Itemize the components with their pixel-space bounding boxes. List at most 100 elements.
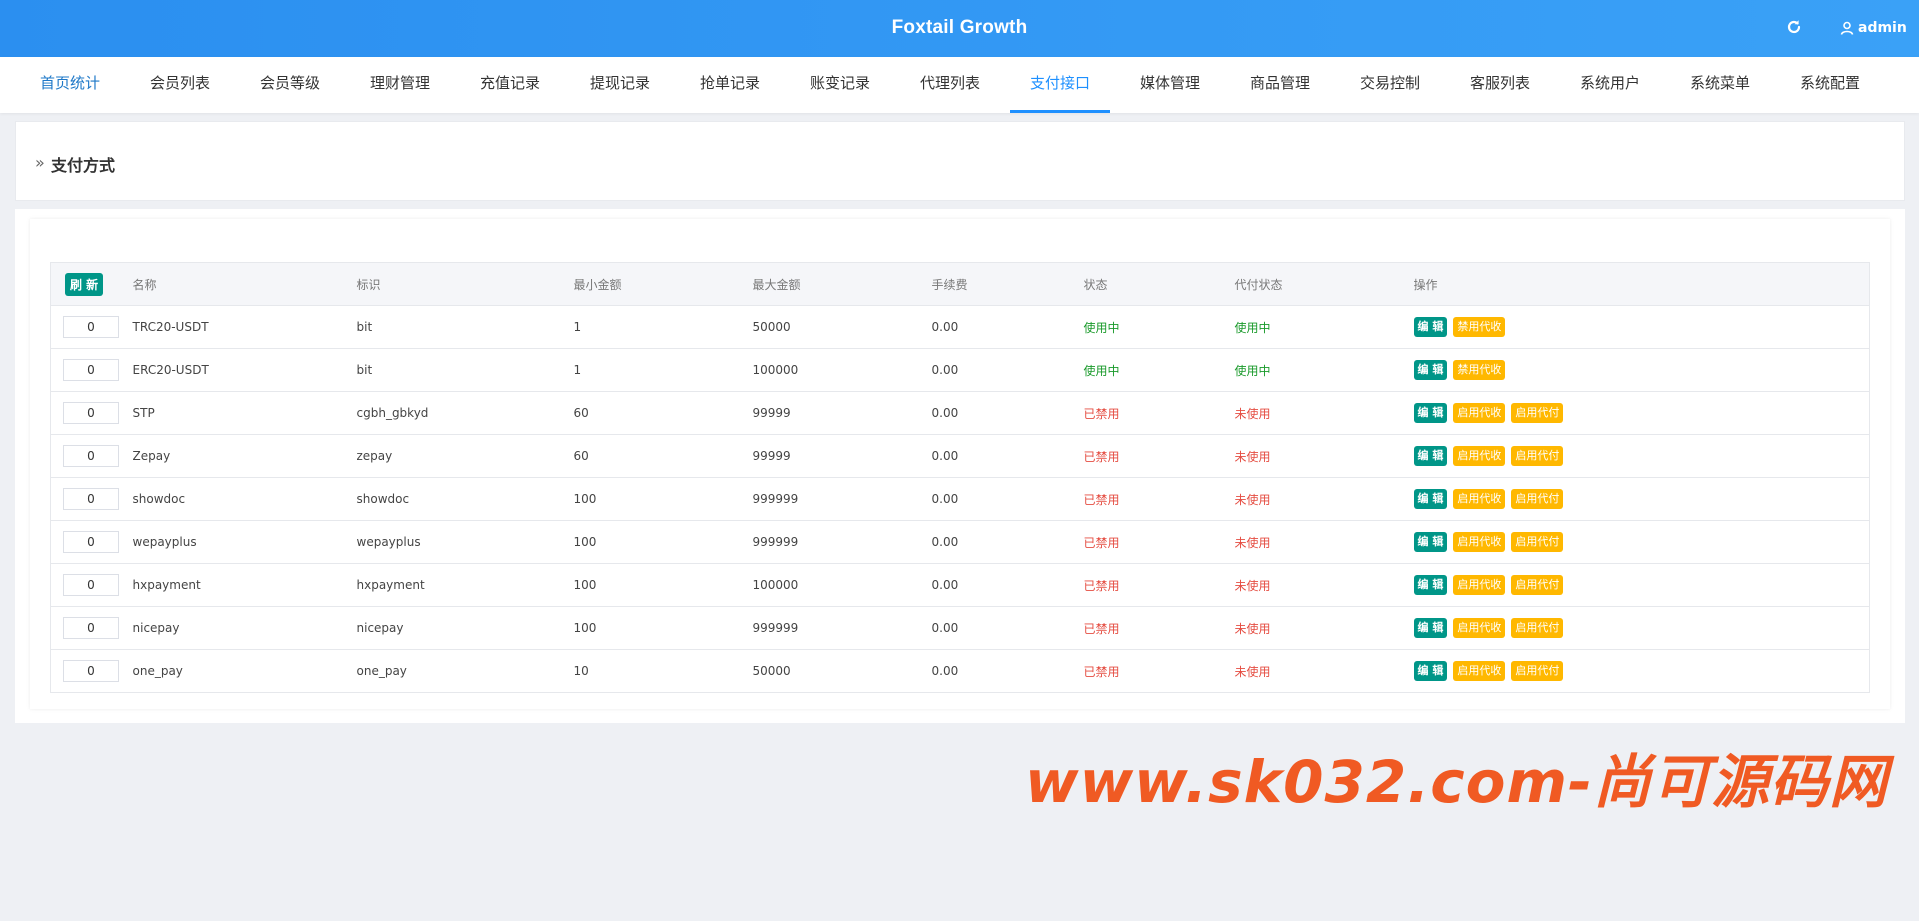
payout-toggle-button[interactable]: 启用代付 — [1511, 403, 1564, 423]
table-row: STPcgbh_gbkyd60999990.00已禁用未使用编 辑启用代收启用代… — [50, 391, 1870, 435]
cell-status: 已禁用 — [1083, 391, 1235, 435]
table-header-row: 刷 新 名称 标识 最小金额 最大金额 手续费 状态 代付状态 操作 — [50, 262, 1870, 306]
edit-button[interactable]: 编 辑 — [1413, 403, 1448, 423]
tab-system-menu[interactable]: 系统菜单 — [1670, 57, 1770, 113]
cell-actions: 编 辑启用代收 启用代付 — [1413, 520, 1870, 564]
sort-cell — [50, 649, 133, 693]
collect-toggle-button[interactable]: 启用代收 — [1453, 489, 1506, 509]
col-max: 最大金额 — [752, 262, 932, 306]
collect-toggle-button[interactable]: 启用代收 — [1453, 446, 1506, 466]
cell-name: wepayplus — [132, 520, 357, 564]
collect-toggle-button[interactable]: 启用代收 — [1453, 532, 1506, 552]
cell-fee: 0.00 — [931, 348, 1084, 392]
cell-max: 99999 — [752, 434, 932, 478]
cell-max: 99999 — [752, 391, 932, 435]
tab-member-levels[interactable]: 会员等级 — [240, 57, 340, 113]
tab-dashboard[interactable]: 首页统计 — [20, 57, 120, 113]
payout-toggle-button[interactable]: 启用代付 — [1511, 575, 1564, 595]
cell-max: 999999 — [752, 520, 932, 564]
top-header: Foxtail Growth admin — [0, 0, 1919, 57]
tab-recharge[interactable]: 充值记录 — [460, 57, 560, 113]
tab-agents[interactable]: 代理列表 — [900, 57, 1000, 113]
cell-min: 100 — [573, 477, 753, 521]
edit-button[interactable]: 编 辑 — [1413, 360, 1448, 380]
payment-table: 刷 新 名称 标识 最小金额 最大金额 手续费 状态 代付状态 操作 TRC20… — [50, 262, 1870, 693]
user-icon — [1840, 21, 1854, 35]
collect-toggle-button[interactable]: 启用代收 — [1453, 661, 1506, 681]
cell-min: 100 — [573, 563, 753, 607]
sort-input[interactable] — [63, 359, 119, 381]
cell-code: one_pay — [356, 649, 574, 693]
sort-cell — [50, 477, 133, 521]
tab-media[interactable]: 媒体管理 — [1120, 57, 1220, 113]
tab-withdraw[interactable]: 提现记录 — [570, 57, 670, 113]
edit-button[interactable]: 编 辑 — [1413, 575, 1448, 595]
cell-payout-status: 未使用 — [1234, 477, 1414, 521]
payout-toggle-button[interactable]: 启用代付 — [1511, 661, 1564, 681]
sort-input[interactable] — [63, 617, 119, 639]
cell-min: 100 — [573, 520, 753, 564]
tab-system-config[interactable]: 系统配置 — [1780, 57, 1880, 113]
cell-name: showdoc — [132, 477, 357, 521]
edit-button[interactable]: 编 辑 — [1413, 317, 1448, 337]
refresh-icon[interactable] — [1784, 17, 1804, 37]
collect-toggle-button[interactable]: 启用代收 — [1453, 575, 1506, 595]
username: admin — [1858, 20, 1907, 36]
table-row: TRC20-USDTbit1500000.00使用中使用中编 辑禁用代收 — [50, 305, 1870, 349]
cell-payout-status: 未使用 — [1234, 649, 1414, 693]
cell-actions: 编 辑启用代收 启用代付 — [1413, 477, 1870, 521]
tab-system-users[interactable]: 系统用户 — [1560, 57, 1660, 113]
payout-toggle-button[interactable]: 启用代付 — [1511, 618, 1564, 638]
cell-name: TRC20-USDT — [132, 305, 357, 349]
sort-input[interactable] — [63, 488, 119, 510]
sort-input[interactable] — [63, 660, 119, 682]
cell-actions: 编 辑禁用代收 — [1413, 348, 1870, 392]
cell-fee: 0.00 — [931, 305, 1084, 349]
collect-toggle-button[interactable]: 启用代收 — [1453, 618, 1506, 638]
cell-name: hxpayment — [132, 563, 357, 607]
watermark: www.sk032.com-尚可源码网 — [1025, 748, 1889, 816]
edit-button[interactable]: 编 辑 — [1413, 532, 1448, 552]
tab-orders[interactable]: 抢单记录 — [680, 57, 780, 113]
payout-toggle-button[interactable]: 启用代付 — [1511, 446, 1564, 466]
cell-status: 使用中 — [1083, 348, 1235, 392]
tab-finance[interactable]: 理财管理 — [350, 57, 450, 113]
edit-button[interactable]: 编 辑 — [1413, 489, 1448, 509]
tab-payment-api[interactable]: 支付接口 — [1010, 57, 1110, 113]
refresh-button[interactable]: 刷 新 — [65, 272, 104, 296]
double-chevron-right-icon: » — [35, 153, 45, 172]
user-menu[interactable]: admin — [1840, 18, 1907, 38]
cell-code: hxpayment — [356, 563, 574, 607]
payout-toggle-button[interactable]: 启用代付 — [1511, 489, 1564, 509]
table-row: nicepaynicepay1009999990.00已禁用未使用编 辑启用代收… — [50, 606, 1870, 650]
content-panel: 刷 新 名称 标识 最小金额 最大金额 手续费 状态 代付状态 操作 TRC20… — [15, 209, 1905, 723]
edit-button[interactable]: 编 辑 — [1413, 446, 1448, 466]
cell-status: 使用中 — [1083, 305, 1235, 349]
tab-trade-control[interactable]: 交易控制 — [1340, 57, 1440, 113]
cell-min: 1 — [573, 305, 753, 349]
cell-max: 100000 — [752, 348, 932, 392]
collect-toggle-button[interactable]: 启用代收 — [1453, 403, 1506, 423]
sort-input[interactable] — [63, 316, 119, 338]
tab-account-changes[interactable]: 账变记录 — [790, 57, 890, 113]
edit-button[interactable]: 编 辑 — [1413, 618, 1448, 638]
payout-toggle-button[interactable]: 启用代付 — [1511, 532, 1564, 552]
sort-input[interactable] — [63, 574, 119, 596]
sort-input[interactable] — [63, 445, 119, 467]
cell-payout-status: 未使用 — [1234, 563, 1414, 607]
tab-members[interactable]: 会员列表 — [130, 57, 230, 113]
tab-support[interactable]: 客服列表 — [1450, 57, 1550, 113]
table-row: hxpaymenthxpayment1001000000.00已禁用未使用编 辑… — [50, 563, 1870, 607]
cell-max: 999999 — [752, 477, 932, 521]
sort-input[interactable] — [63, 402, 119, 424]
app-title: Foxtail Growth — [891, 17, 1028, 38]
sort-cell — [50, 563, 133, 607]
col-payout-status: 代付状态 — [1234, 262, 1414, 306]
table-row: ERC20-USDTbit11000000.00使用中使用中编 辑禁用代收 — [50, 348, 1870, 392]
edit-button[interactable]: 编 辑 — [1413, 661, 1448, 681]
collect-toggle-button[interactable]: 禁用代收 — [1453, 317, 1506, 337]
collect-toggle-button[interactable]: 禁用代收 — [1453, 360, 1506, 380]
tab-products[interactable]: 商品管理 — [1230, 57, 1330, 113]
cell-min: 60 — [573, 434, 753, 478]
sort-input[interactable] — [63, 531, 119, 553]
